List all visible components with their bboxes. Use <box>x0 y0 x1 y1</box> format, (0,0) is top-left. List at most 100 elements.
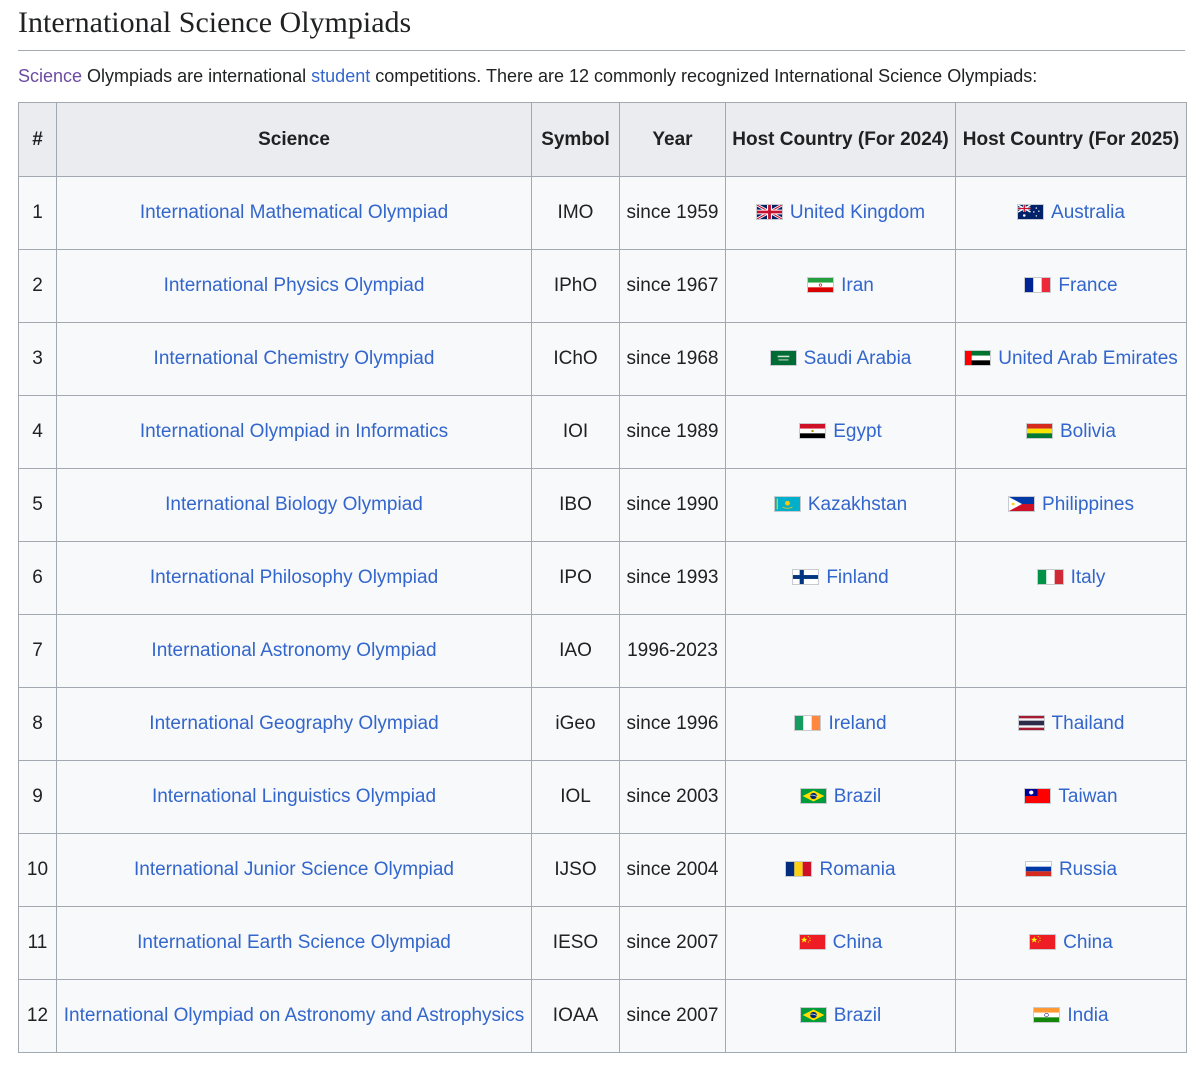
host-country-link[interactable]: Kazakhstan <box>808 494 907 515</box>
host-country-link[interactable]: Ireland <box>828 713 886 734</box>
host-country-link[interactable]: China <box>1063 932 1113 953</box>
row-number: 4 <box>18 395 57 469</box>
article: International Science Olympiads Science … <box>18 0 1187 1053</box>
olympiad-link[interactable]: International Linguistics Olympiad <box>152 786 436 807</box>
row-number: 12 <box>18 979 57 1053</box>
science-cell: International Linguistics Olympiad <box>56 760 532 834</box>
philippines-flag-icon <box>1008 496 1036 512</box>
host-2024-cell: Ireland <box>725 687 956 761</box>
year-cell: since 2007 <box>619 979 726 1053</box>
host-2024-cell: United Kingdom <box>725 176 956 250</box>
host-country-link[interactable]: United Arab Emirates <box>998 348 1178 369</box>
olympiad-link[interactable]: International Biology Olympiad <box>165 494 423 515</box>
host-2025-cell: Taiwan <box>955 760 1187 834</box>
table-header-row: # Science Symbol Year Host Country (For … <box>18 102 1187 177</box>
symbol-cell: IPhO <box>531 249 620 323</box>
host-country-link[interactable]: Egypt <box>833 421 882 442</box>
olympiad-link[interactable]: International Philosophy Olympiad <box>150 567 438 588</box>
host-country-link[interactable]: Italy <box>1071 567 1106 588</box>
olympiad-link[interactable]: International Earth Science Olympiad <box>137 932 451 953</box>
year-cell: since 1990 <box>619 468 726 542</box>
host-country-link[interactable]: Taiwan <box>1058 786 1117 807</box>
host-country-link[interactable]: Philippines <box>1042 494 1134 515</box>
symbol-cell: IPO <box>531 541 620 615</box>
host-2025-cell: France <box>955 249 1187 323</box>
table-row: 3 International Chemistry Olympiad IChO sin… <box>18 322 1187 396</box>
olympiad-link[interactable]: International Physics Olympiad <box>164 275 425 296</box>
olympiad-link[interactable]: International Chemistry Olympiad <box>154 348 435 369</box>
table-row: 5 International Biology Olympiad IBO since … <box>18 468 1187 542</box>
host-country-link[interactable]: Romania <box>819 859 895 880</box>
host-country-link[interactable]: Russia <box>1059 859 1117 880</box>
olympiad-link[interactable]: International Olympiad on Astronomy and … <box>64 1005 524 1026</box>
olympiad-link[interactable]: International Junior Science Olympiad <box>134 859 454 880</box>
china-flag-icon <box>1029 934 1057 950</box>
row-number: 3 <box>18 322 57 396</box>
table-body: 1 International Mathematical Olympiad IMO s… <box>18 176 1187 1053</box>
brazil-flag-icon <box>799 1007 827 1023</box>
intro-text-1: Olympiads are international <box>82 66 312 86</box>
symbol-cell: IJSO <box>531 833 620 907</box>
host-country-link[interactable]: Australia <box>1051 202 1125 223</box>
olympiad-link[interactable]: International Geography Olympiad <box>149 713 438 734</box>
host-country-link[interactable]: China <box>833 932 883 953</box>
host-country-link[interactable]: India <box>1067 1005 1108 1026</box>
intro-paragraph: Science Olympiads are international stud… <box>18 63 1185 89</box>
row-number: 1 <box>18 176 57 250</box>
year-cell: since 1996 <box>619 687 726 761</box>
olympiad-link[interactable]: International Astronomy Olympiad <box>151 640 436 661</box>
olympiads-table: # Science Symbol Year Host Country (For … <box>18 102 1187 1053</box>
olympiad-link[interactable]: International Olympiad in Informatics <box>140 421 448 442</box>
table-row: 4 International Olympiad in Informatics IO… <box>18 395 1187 469</box>
symbol-cell: IOI <box>531 395 620 469</box>
symbol-cell: IOAA <box>531 979 620 1053</box>
host-country-link[interactable]: United Kingdom <box>790 202 925 223</box>
host-country-link[interactable]: Brazil <box>834 1005 882 1026</box>
student-link[interactable]: student <box>311 66 370 86</box>
host-2025-cell: Thailand <box>955 687 1187 761</box>
australia-flag-icon <box>1017 204 1045 220</box>
host-country-link[interactable]: France <box>1058 275 1117 296</box>
science-cell: International Olympiad on Astronomy and … <box>56 979 532 1053</box>
table-row: 2 International Physics Olympiad IPhO since… <box>18 249 1187 323</box>
host-country-link[interactable]: Thailand <box>1052 713 1125 734</box>
row-number: 10 <box>18 833 57 907</box>
header-science: Science <box>56 102 532 177</box>
host-2025-cell: Philippines <box>955 468 1187 542</box>
science-cell: International Geography Olympiad <box>56 687 532 761</box>
russia-flag-icon <box>1024 861 1052 877</box>
science-cell: International Junior Science Olympiad <box>56 833 532 907</box>
uae-flag-icon <box>964 350 992 366</box>
year-cell: since 1967 <box>619 249 726 323</box>
host-country-link[interactable]: Saudi Arabia <box>804 348 912 369</box>
science-cell: International Earth Science Olympiad <box>56 906 532 980</box>
page-title: International Science Olympiads <box>18 0 1185 51</box>
host-2024-cell: Saudi Arabia <box>725 322 956 396</box>
italy-flag-icon <box>1036 569 1064 585</box>
host-country-link[interactable]: Bolivia <box>1060 421 1116 442</box>
intro-text-2: competitions. There are 12 commonly reco… <box>370 66 1038 86</box>
row-number: 6 <box>18 541 57 615</box>
uk-flag-icon <box>755 204 783 220</box>
science-cell: International Olympiad in Informatics <box>56 395 532 469</box>
symbol-cell: IMO <box>531 176 620 250</box>
row-number: 2 <box>18 249 57 323</box>
row-number: 5 <box>18 468 57 542</box>
host-country-link[interactable]: Finland <box>826 567 888 588</box>
symbol-cell: iGeo <box>531 687 620 761</box>
symbol-cell: IChO <box>531 322 620 396</box>
table-row: 11 International Earth Science Olympiad IE… <box>18 906 1187 980</box>
header-host-2025: Host Country (For 2025) <box>955 102 1187 177</box>
ireland-flag-icon <box>794 715 822 731</box>
host-2025-cell: Bolivia <box>955 395 1187 469</box>
science-link[interactable]: Science <box>18 66 82 86</box>
symbol-cell: IBO <box>531 468 620 542</box>
table-row: 12 International Olympiad on Astronomy an… <box>18 979 1187 1053</box>
row-number: 7 <box>18 614 57 688</box>
host-2025-cell: China <box>955 906 1187 980</box>
host-country-link[interactable]: Brazil <box>834 786 882 807</box>
olympiad-link[interactable]: International Mathematical Olympiad <box>140 202 448 223</box>
romania-flag-icon <box>785 861 813 877</box>
host-2024-cell <box>725 614 956 688</box>
host-country-link[interactable]: Iran <box>841 275 874 296</box>
